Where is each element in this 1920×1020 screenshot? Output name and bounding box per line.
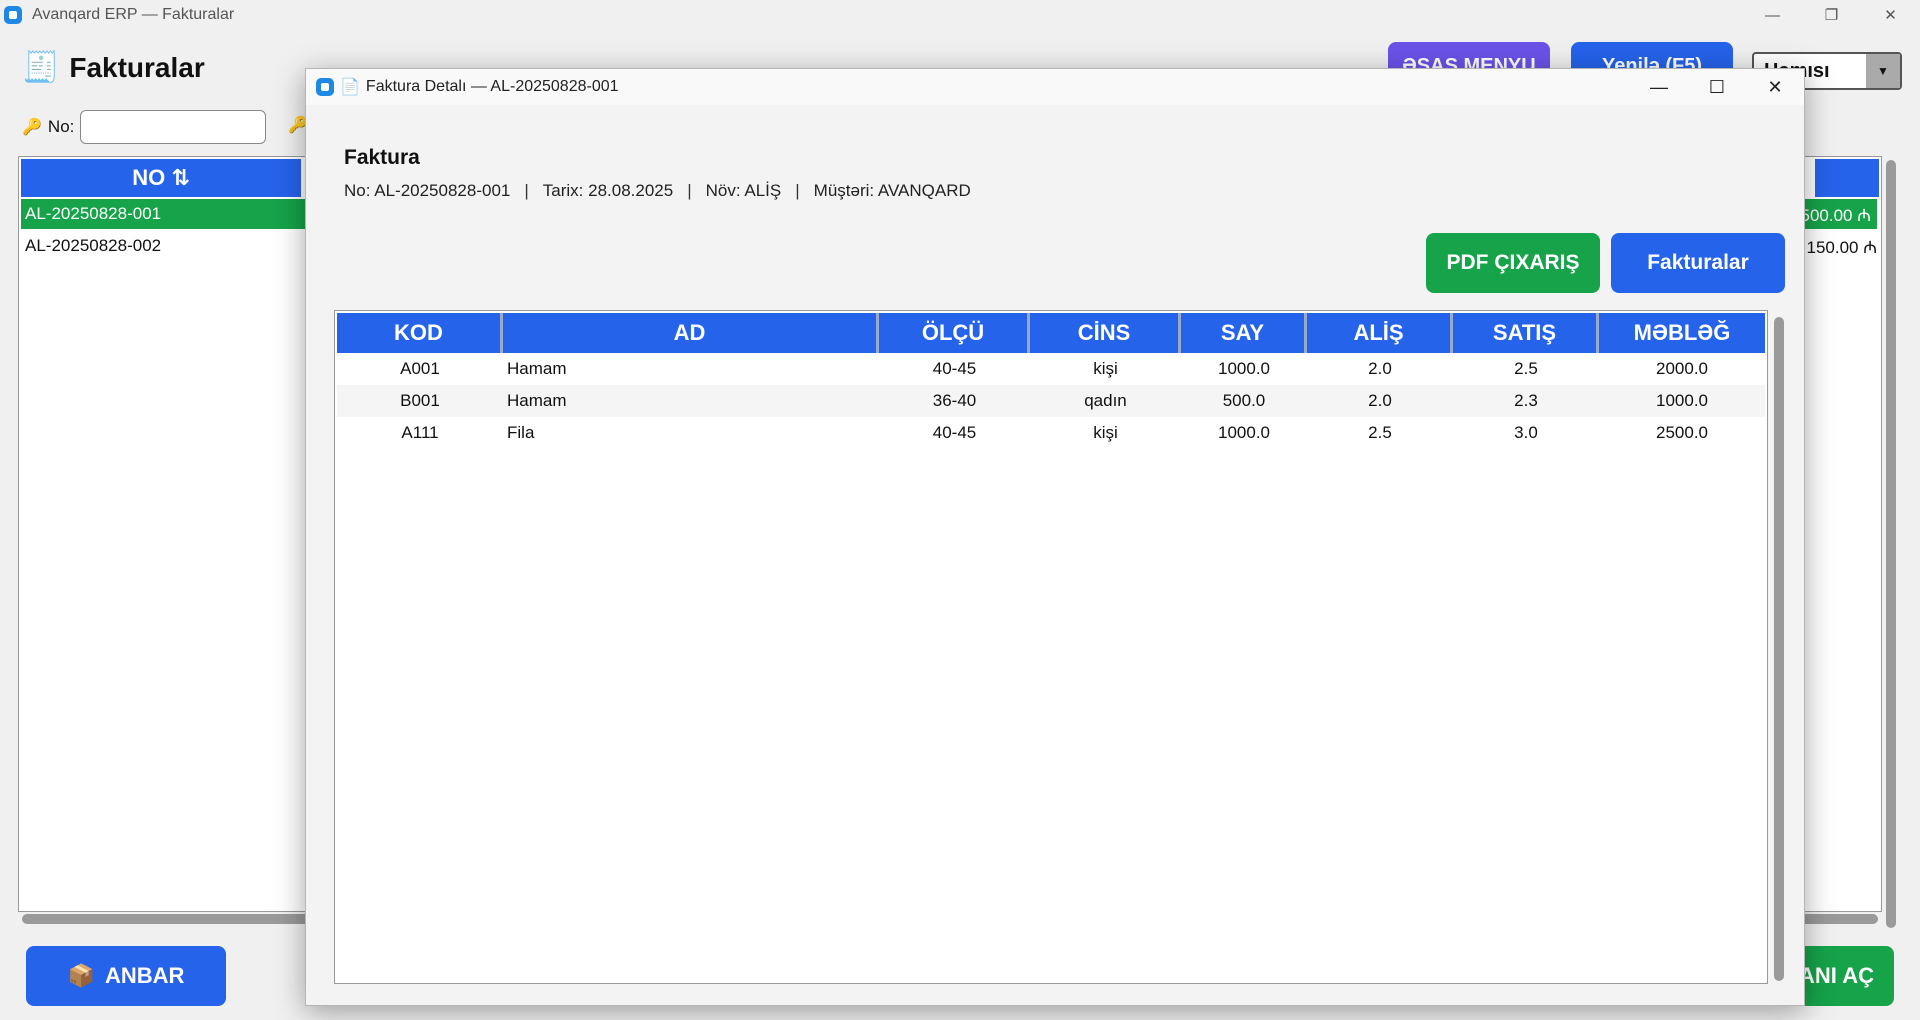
column-header-say[interactable]: SAY bbox=[1181, 313, 1307, 353]
column-header-cins[interactable]: CİNS bbox=[1030, 313, 1181, 353]
list-row[interactable]: AL-20250828-002 bbox=[21, 231, 311, 261]
maximize-icon[interactable]: ☐ bbox=[1688, 69, 1746, 105]
close-icon[interactable]: ✕ bbox=[1746, 69, 1804, 105]
main-window-controls: — ❐ ✕ bbox=[1743, 0, 1920, 30]
cell-mebleg: 1000.0 bbox=[1656, 391, 1708, 410]
invoice-detail-dialog: 📄 Faktura Detalı — AL-20250828-001 — ☐ ✕… bbox=[305, 68, 1805, 1006]
cell-mebleg: 2000.0 bbox=[1656, 359, 1708, 378]
list-header-no[interactable]: NO ⇅ bbox=[21, 159, 301, 197]
app-icon bbox=[4, 6, 22, 24]
invoice-type: Növ: ALİŞ bbox=[705, 181, 782, 200]
invoice-customer: Müştəri: AVANQARD bbox=[813, 181, 971, 200]
list-row-amount[interactable]: 150.00 ₼ bbox=[1807, 231, 1878, 261]
cell-olcu: 36-40 bbox=[932, 391, 977, 410]
invoice-date: Tarix: 28.08.2025 bbox=[542, 181, 674, 200]
cell-mebleg: 2500.0 bbox=[1656, 423, 1708, 442]
dialog-window-controls: — ☐ ✕ bbox=[1630, 69, 1804, 105]
filter-no: 🔑 No: bbox=[22, 110, 267, 144]
meta-separator: | bbox=[795, 181, 800, 200]
table-row[interactable]: A111 Fila 40-45 kişi 1000.0 2.5 3.0 2500… bbox=[337, 417, 1765, 449]
page-title: Fakturalar bbox=[69, 52, 205, 83]
list-header-amount[interactable] bbox=[1815, 159, 1879, 197]
pdf-export-button[interactable]: PDF ÇIXARIŞ bbox=[1426, 233, 1600, 293]
restore-icon[interactable]: ❐ bbox=[1802, 0, 1861, 30]
cell-ad: Hamam bbox=[507, 391, 567, 410]
meta-separator: | bbox=[524, 181, 529, 200]
cell-cins: kişi bbox=[1093, 359, 1118, 378]
close-icon[interactable]: ✕ bbox=[1861, 0, 1920, 30]
invoice-meta: No: AL-20250828-001 | Tarix: 28.08.2025 … bbox=[344, 181, 971, 201]
column-header-satis[interactable]: SATIŞ bbox=[1453, 313, 1599, 353]
cell-ad: Hamam bbox=[507, 359, 567, 378]
table-header: KOD AD ÖLÇÜ CİNS SAY ALİŞ SATIŞ MƏBLƏĞ bbox=[337, 313, 1765, 353]
box-icon: 📦 bbox=[67, 963, 95, 988]
cell-alis: 2.5 bbox=[1368, 423, 1392, 442]
page-title-row: 🧾 Fakturalar bbox=[22, 52, 205, 84]
dialog-titlebar: 📄 Faktura Detalı — AL-20250828-001 — ☐ ✕ bbox=[306, 69, 1804, 105]
column-header-kod[interactable]: KOD bbox=[337, 313, 503, 353]
document-icon: 📄 bbox=[340, 79, 360, 96]
cell-alis: 2.0 bbox=[1368, 359, 1392, 378]
invoices-button[interactable]: Fakturalar bbox=[1611, 233, 1785, 293]
cell-olcu: 40-45 bbox=[932, 359, 977, 378]
table-vertical-scrollbar[interactable] bbox=[1774, 317, 1784, 981]
warehouse-button[interactable]: 📦 ANBAR bbox=[26, 946, 226, 1006]
table-row[interactable]: B001 Hamam 36-40 qadın 500.0 2.0 2.3 100… bbox=[337, 385, 1765, 417]
dialog-title: Faktura Detalı — AL-20250828-001 bbox=[365, 78, 619, 95]
cell-kod: A111 bbox=[401, 423, 439, 442]
column-header-olcu[interactable]: ÖLÇÜ bbox=[879, 313, 1030, 353]
list-row[interactable]: AL-20250828-001 bbox=[21, 199, 311, 229]
invoice-items-table: KOD AD ÖLÇÜ CİNS SAY ALİŞ SATIŞ MƏBLƏĞ A… bbox=[334, 310, 1768, 984]
filter-no-input[interactable] bbox=[80, 110, 267, 144]
main-titlebar: Avanqard ERP — Fakturalar — ❐ ✕ bbox=[0, 0, 1920, 30]
table-row[interactable]: A001 Hamam 40-45 kişi 1000.0 2.0 2.5 200… bbox=[337, 353, 1765, 385]
meta-separator: | bbox=[687, 181, 692, 200]
minimize-icon[interactable]: — bbox=[1630, 69, 1688, 105]
cell-cins: kişi bbox=[1093, 423, 1118, 442]
minimize-icon[interactable]: — bbox=[1743, 0, 1802, 30]
column-header-ad[interactable]: AD bbox=[503, 313, 879, 353]
cell-kod: A001 bbox=[400, 359, 440, 378]
cell-satis: 2.3 bbox=[1514, 391, 1538, 410]
cell-satis: 2.5 bbox=[1514, 359, 1538, 378]
warehouse-button-label: ANBAR bbox=[104, 963, 185, 988]
filter-no-label: No: bbox=[47, 117, 75, 136]
key-icon: 🔑 bbox=[22, 119, 42, 136]
main-window-title: Avanqard ERP — Fakturalar bbox=[32, 6, 235, 23]
list-vertical-scrollbar[interactable] bbox=[1886, 160, 1896, 928]
invoice-number: No: AL-20250828-001 bbox=[344, 181, 511, 200]
cell-say: 500.0 bbox=[1222, 391, 1266, 410]
cell-satis: 3.0 bbox=[1514, 423, 1538, 442]
cell-cins: qadın bbox=[1084, 391, 1127, 410]
cell-olcu: 40-45 bbox=[932, 423, 977, 442]
invoice-heading: Faktura bbox=[344, 146, 420, 169]
cell-say: 1000.0 bbox=[1218, 359, 1270, 378]
cell-ad: Fila bbox=[507, 423, 535, 442]
invoice-icon: 🧾 bbox=[22, 51, 60, 84]
cell-say: 1000.0 bbox=[1218, 423, 1270, 442]
chevron-down-icon[interactable]: ▼ bbox=[1866, 54, 1900, 88]
column-header-mebleg[interactable]: MƏBLƏĞ bbox=[1599, 313, 1765, 353]
cell-alis: 2.0 bbox=[1368, 391, 1392, 410]
cell-kod: B001 bbox=[400, 391, 440, 410]
column-header-alis[interactable]: ALİŞ bbox=[1307, 313, 1453, 353]
app-icon bbox=[316, 78, 334, 96]
